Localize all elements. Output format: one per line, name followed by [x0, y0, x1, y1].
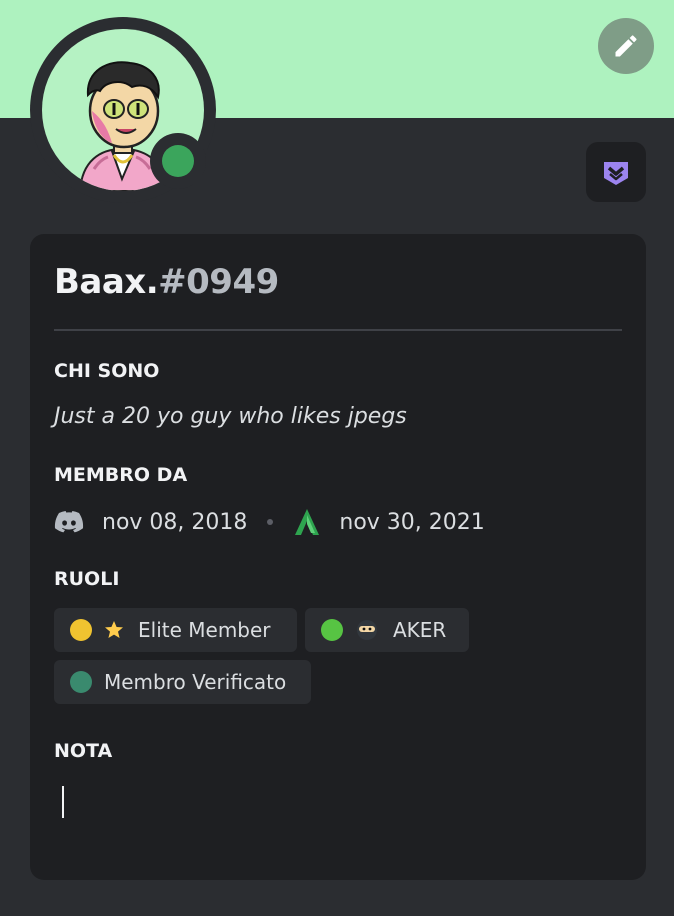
- edit-profile-button[interactable]: [598, 18, 654, 74]
- member-since-title: MEMBRO DA: [54, 464, 188, 486]
- role-color-dot: [321, 619, 343, 641]
- pencil-icon: [615, 35, 637, 57]
- status-indicator: [150, 133, 206, 189]
- ninja-emoji-icon: [357, 620, 377, 640]
- discriminator: #0949: [158, 262, 279, 302]
- online-status-dot: [162, 145, 194, 177]
- hypesquad-badge[interactable]: [586, 142, 646, 202]
- note-title: NOTA: [54, 740, 113, 762]
- role-aker[interactable]: AKER: [305, 608, 469, 652]
- role-color-dot: [70, 619, 92, 641]
- about-title: CHI SONO: [54, 360, 160, 382]
- server-member-date: nov 30, 2021: [339, 509, 485, 535]
- about-text: Just a 20 yo guy who likes jpegs: [54, 404, 407, 429]
- profile-card: Baax.#0949 CHI SONO Just a 20 yo guy who…: [30, 234, 646, 880]
- member-since-row: nov 08, 2018 nov 30, 2021: [54, 506, 485, 538]
- role-label: Elite Member: [138, 618, 271, 642]
- role-membro-verificato[interactable]: Membro Verificato: [54, 660, 311, 704]
- role-color-dot: [70, 671, 92, 693]
- discord-member-date: nov 08, 2018: [102, 509, 248, 535]
- star-icon: [105, 621, 123, 638]
- username: Baax.#0949: [54, 262, 279, 302]
- discord-logo-icon: [54, 511, 84, 533]
- note-input[interactable]: [62, 786, 64, 818]
- server-logo-icon: [295, 509, 320, 535]
- roles-title: RUOLI: [54, 568, 120, 590]
- role-label: AKER: [393, 618, 447, 642]
- hypesquad-badge-icon: [604, 162, 628, 185]
- separator-dot: [267, 519, 274, 525]
- divider: [54, 329, 622, 331]
- role-label: Membro Verificato: [104, 670, 287, 694]
- display-name: Baax.: [54, 262, 159, 302]
- role-elite-member[interactable]: Elite Member: [54, 608, 297, 652]
